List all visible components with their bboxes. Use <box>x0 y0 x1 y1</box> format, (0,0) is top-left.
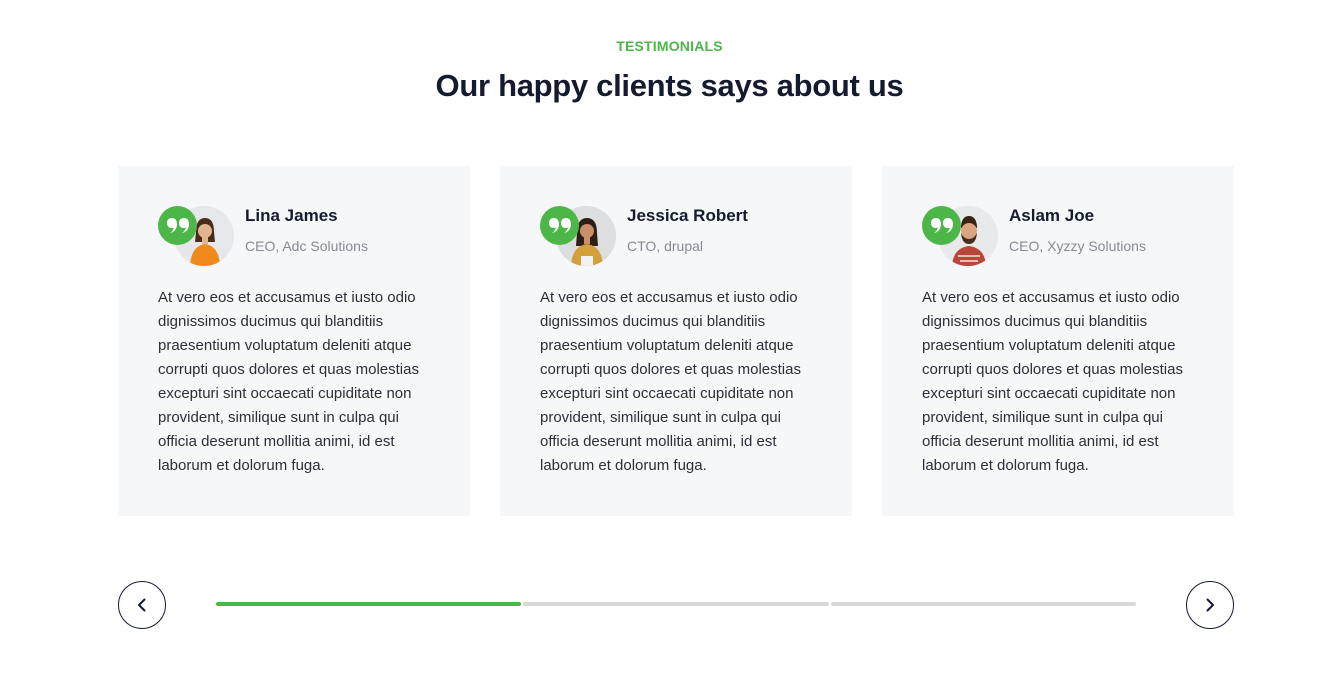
quote-icon <box>158 206 197 245</box>
testimonial-card: Lina James CEO, Adc Solutions At vero eo… <box>118 166 470 516</box>
client-name: Lina James <box>245 206 338 225</box>
client-name: Aslam Joe <box>1009 206 1095 225</box>
client-role: CEO, Adc Solutions <box>245 238 368 254</box>
progress-segment <box>523 602 829 606</box>
chevron-right-icon <box>1206 598 1214 612</box>
previous-slide-button[interactable] <box>118 581 166 629</box>
testimonial-card: Aslam Joe CEO, Xyzzy Solutions At vero e… <box>882 166 1234 516</box>
card-header: Jessica Robert CTO, drupal <box>540 206 812 266</box>
chevron-left-icon <box>138 598 146 612</box>
card-header: Lina James CEO, Adc Solutions <box>158 206 430 266</box>
quote-icon <box>540 206 579 245</box>
client-name: Jessica Robert <box>627 206 748 225</box>
testimonial-text: At vero eos et accusamus et iusto odio d… <box>158 289 419 474</box>
quote-icon <box>922 206 961 245</box>
testimonial-text: At vero eos et accusamus et iusto odio d… <box>922 289 1183 474</box>
testimonial-card: Jessica Robert CTO, drupal At vero eos e… <box>500 166 852 516</box>
progress-segment <box>830 602 1136 606</box>
client-role: CTO, drupal <box>627 238 703 254</box>
next-slide-button[interactable] <box>1186 581 1234 629</box>
progress-segment-active <box>216 602 522 606</box>
client-role: CEO, Xyzzy Solutions <box>1009 238 1146 254</box>
section-heading: Our happy clients says about us <box>435 68 904 103</box>
testimonial-text: At vero eos et accusamus et iusto odio d… <box>540 289 801 474</box>
card-header: Aslam Joe CEO, Xyzzy Solutions <box>922 206 1194 266</box>
testimonial-cards: Lina James CEO, Adc Solutions At vero eo… <box>118 166 1234 516</box>
slider-progress[interactable] <box>216 602 1136 606</box>
testimonials-eyebrow: TESTIMONIALS <box>616 38 723 54</box>
